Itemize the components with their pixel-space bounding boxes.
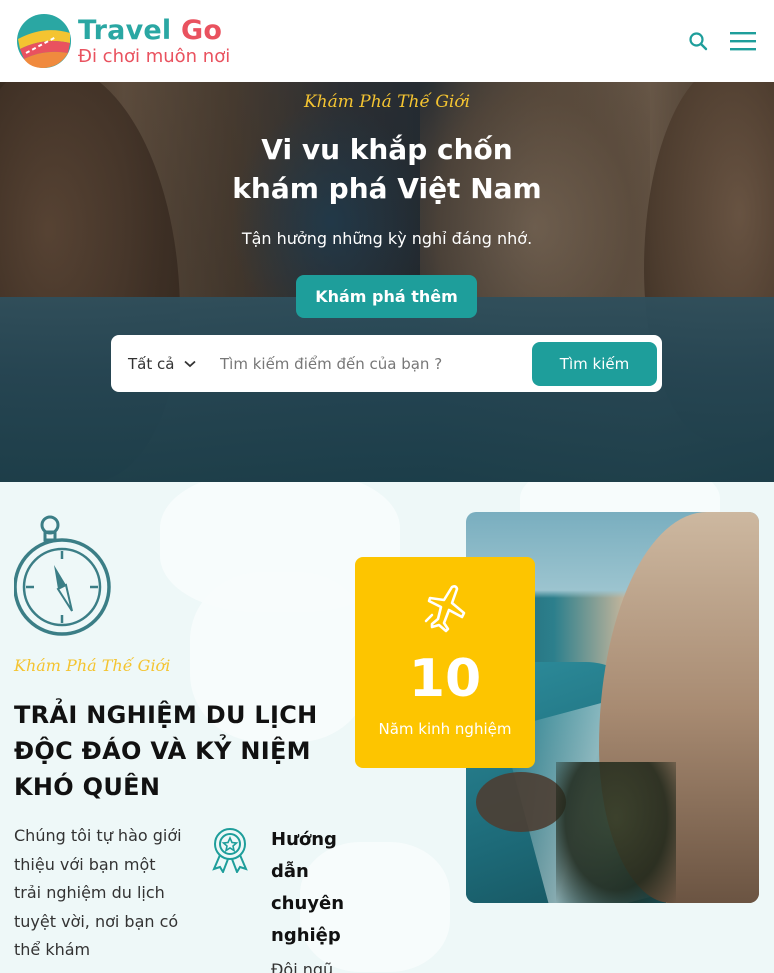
search-bar: Tất cả Tìm kiếm xyxy=(111,335,662,392)
award-ribbon-icon xyxy=(212,828,248,873)
explore-more-button[interactable]: Khám phá thêm xyxy=(296,275,477,318)
compass-icon xyxy=(14,515,111,636)
destination-search-input[interactable] xyxy=(220,354,532,373)
chevron-down-icon xyxy=(184,360,197,367)
about-section: Khám Phá Thế Giới TRẢI NGHIỆM DU LỊCH ĐỘ… xyxy=(0,482,774,973)
about-title: TRẢI NGHIỆM DU LỊCH ĐỘC ĐÁO VÀ KỶ NIỆM K… xyxy=(14,701,318,801)
category-select-label: Tất cả xyxy=(128,354,175,373)
hero-section: Khám Phá Thế Giới Vi vu khắp chốn khám p… xyxy=(0,82,774,482)
experience-years-label: Năm kinh nghiệm xyxy=(378,720,512,738)
feature-desc: Đội ngũ xyxy=(271,960,334,973)
logo-title: Travel Go xyxy=(78,14,223,46)
about-kicker: Khám Phá Thế Giới xyxy=(14,656,171,675)
hero-kicker: Khám Phá Thế Giới xyxy=(303,92,471,112)
hamburger-menu-icon[interactable] xyxy=(730,31,756,51)
site-header: Travel Go Đi chơi muôn nơi xyxy=(0,0,774,82)
search-icon[interactable] xyxy=(688,31,708,51)
logo[interactable]: Travel Go Đi chơi muôn nơi xyxy=(16,13,230,69)
about-text: Chúng tôi tự hào giới thiệu với bạn một … xyxy=(14,826,182,959)
search-button[interactable]: Tìm kiếm xyxy=(532,341,657,386)
logo-subtitle: Đi chơi muôn nơi xyxy=(78,45,231,67)
category-select[interactable]: Tất cả xyxy=(128,355,218,373)
feature-title: Hướng dẫn chuyên nghiệp xyxy=(271,829,345,946)
experience-years-number: 10 xyxy=(408,649,482,709)
hero-subtitle: Tận hưởng những kỳ nghỉ đáng nhớ. xyxy=(241,229,533,248)
experience-stat-card: 10 Năm kinh nghiệm xyxy=(355,557,535,768)
logo-icon xyxy=(17,14,71,68)
airplane-icon xyxy=(424,585,466,633)
hero-title: Vi vu khắp chốn khám phá Việt Nam xyxy=(232,133,542,205)
